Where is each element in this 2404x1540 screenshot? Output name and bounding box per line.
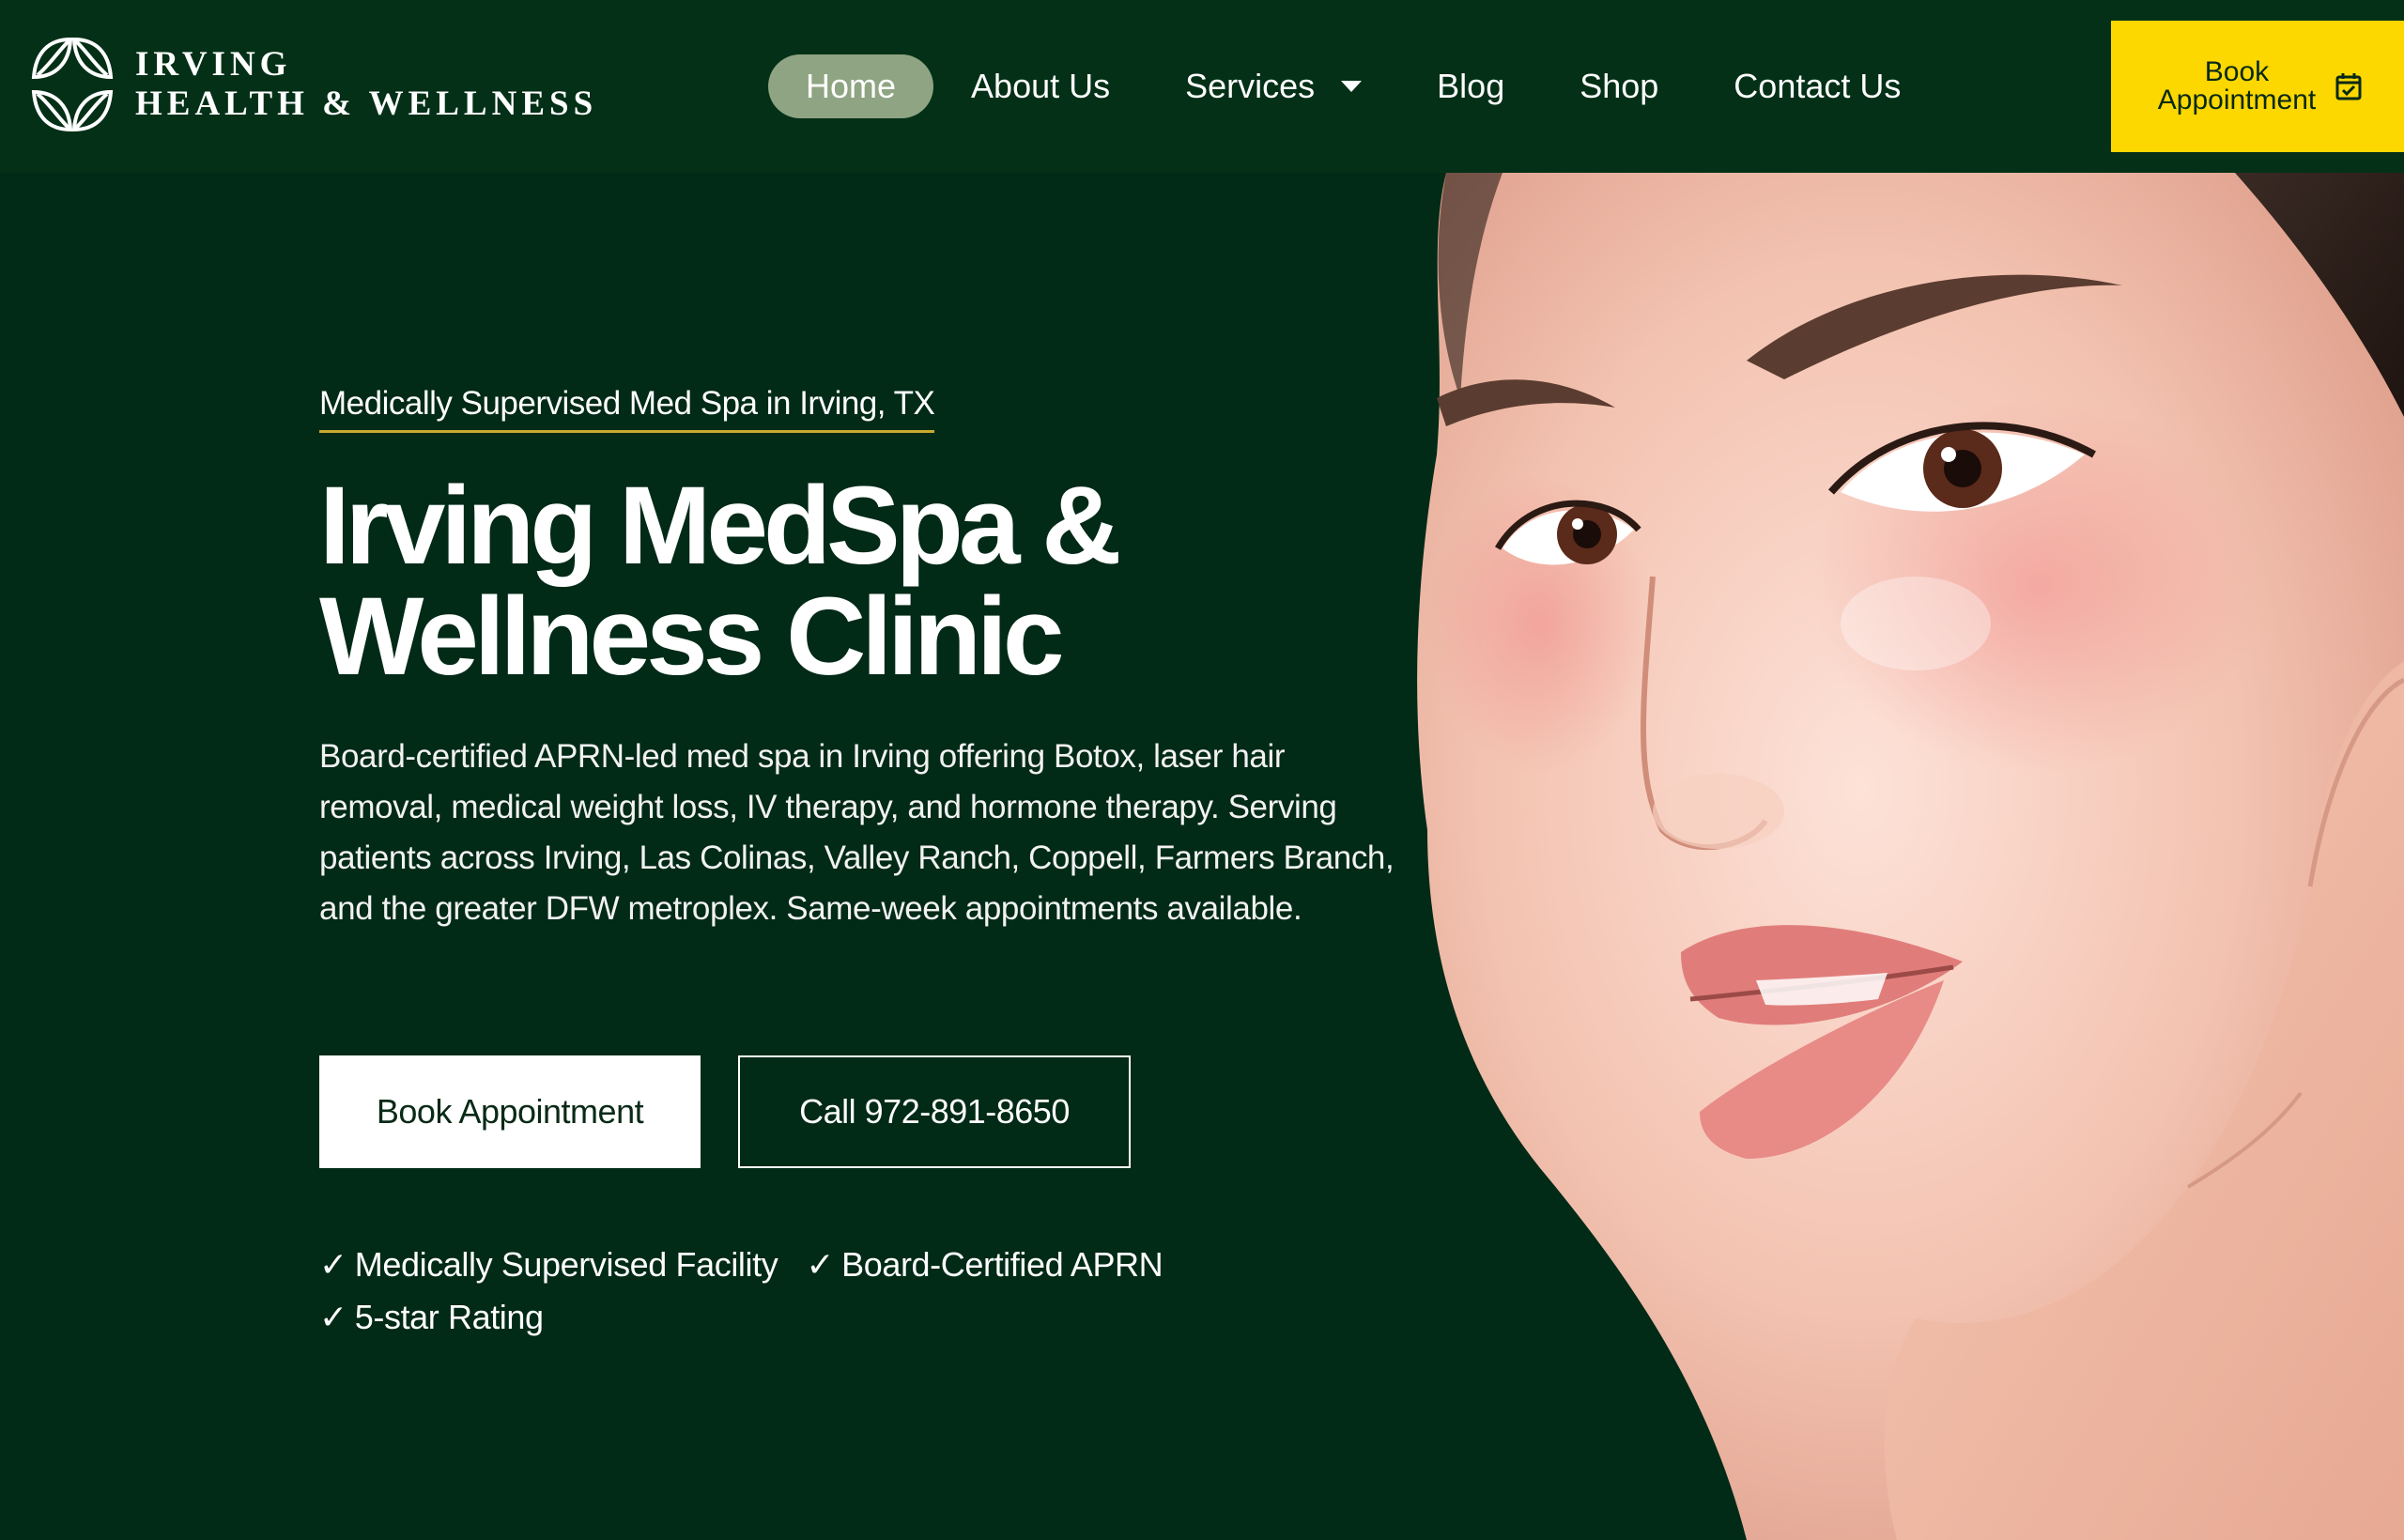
trust-badge-label: Medically Supervised Facility — [354, 1245, 778, 1284]
nav-item-label: Shop — [1580, 67, 1659, 105]
page-title: Irving MedSpa & Wellness Clinic — [319, 464, 1121, 699]
brand-name-line1: IRVING — [135, 45, 292, 84]
call-phone-label: Call 972-891-8650 — [799, 1092, 1070, 1131]
hero-description: Board-certified APRN-led med spa in Irvi… — [319, 738, 1395, 927]
trust-badge-label: 5-star Rating — [354, 1298, 544, 1336]
nav-item-label: Home — [806, 67, 897, 105]
trust-badge: ✓ Medically Supervised Facility — [319, 1245, 778, 1285]
checkmark-icon: ✓ — [806, 1245, 835, 1285]
brand-logo[interactable]: IRVING HEALTH & WELLNESS — [21, 32, 597, 137]
main-nav: Home About Us Services Blog Shop Contact… — [768, 54, 1938, 118]
header-cta-label: Book Appointment — [2157, 56, 2317, 116]
nav-item-contact-us[interactable]: Contact Us — [1696, 54, 1938, 118]
caret-down-icon — [1341, 81, 1363, 92]
book-appointment-button[interactable]: Book Appointment — [319, 1055, 701, 1168]
nav-item-about-us[interactable]: About Us — [933, 54, 1148, 118]
nav-item-blog[interactable]: Blog — [1399, 54, 1542, 118]
nav-item-label: Blog — [1437, 67, 1505, 105]
nav-item-label: About Us — [971, 67, 1111, 105]
call-phone-button[interactable]: Call 972-891-8650 — [738, 1055, 1131, 1168]
brand-name-line2: HEALTH & WELLNESS — [135, 85, 598, 123]
nav-item-services[interactable]: Services — [1148, 54, 1399, 118]
hero-actions: Book Appointment Call 972-891-8650 — [319, 1055, 1131, 1168]
nav-item-shop[interactable]: Shop — [1542, 54, 1696, 118]
checkmark-icon: ✓ — [319, 1245, 347, 1285]
book-appointment-label: Book Appointment — [376, 1092, 644, 1131]
brand-wordmark: IRVING HEALTH & WELLNESS — [135, 45, 597, 124]
trust-badge: ✓ 5-star Rating — [319, 1298, 544, 1337]
trust-badge-label: Board-Certified APRN — [841, 1245, 1163, 1284]
header-book-appointment-button[interactable]: Book Appointment — [2111, 21, 2404, 152]
site-header: IRVING HEALTH & WELLNESS Home About Us S… — [0, 0, 2404, 173]
calendar-check-icon — [2335, 73, 2362, 100]
trust-badges: ✓ Medically Supervised Facility ✓ Board-… — [319, 1245, 1258, 1337]
leaf-emblem-icon — [31, 37, 114, 132]
hero-eyebrow: Medically Supervised Med Spa in Irving, … — [319, 385, 935, 433]
hero-section: Medically Supervised Med Spa in Irving, … — [319, 385, 1409, 934]
trust-badge: ✓ Board-Certified APRN — [806, 1245, 1163, 1285]
checkmark-icon: ✓ — [319, 1298, 347, 1337]
nav-item-label: Services — [1185, 67, 1316, 105]
nav-item-label: Contact Us — [1734, 67, 1902, 105]
nav-item-home[interactable]: Home — [768, 54, 934, 118]
